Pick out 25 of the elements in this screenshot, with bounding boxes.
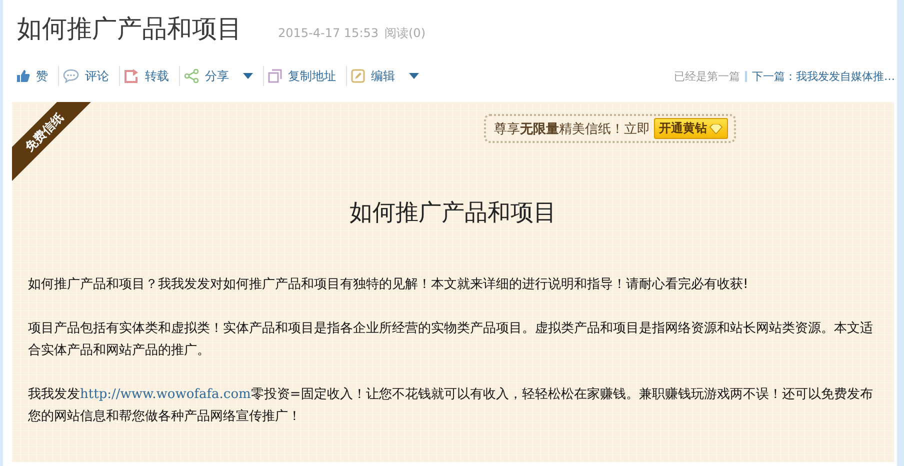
- letter-title: 如何推广产品和项目: [348, 199, 558, 228]
- previous-post-label: 已经是第一篇: [674, 68, 740, 84]
- post-date: 2015-4-17 15:53: [278, 26, 378, 40]
- toolbar-button[interactable]: 编辑: [347, 68, 429, 84]
- upgrade-button[interactable]: 开通黄钻: [654, 118, 728, 139]
- toolbar-button[interactable]: 赞: [12, 68, 58, 84]
- speech-bubble-icon: [63, 69, 79, 83]
- paragraph: 我我发发http://www.wowofafa.com零投资=固定收入！让您不花钱就可以有收入，轻轻松松在家赚钱。兼职赚钱玩游戏两不误！还可以免费发布您的网站信息和帮您做各种产品网络宣传推广！: [28, 386, 874, 426]
- read-count: 阅读(0): [384, 25, 426, 42]
- toolbar-button[interactable]: 评论: [59, 68, 119, 84]
- paragraph: 如何推广产品和项目？我我发发对如何推广产品和项目有独特的见解！本文就来详细的进行说明和指导！请耐心看完必有收获!: [28, 276, 750, 294]
- thumbs-up-icon: [16, 69, 30, 83]
- copy-icon: [268, 69, 282, 83]
- paragraph: 项目产品包括有实体类和虚拟类！实体产品和项目是指各企业所经营的实物类产品项目。虚拟类产品和项目是指网络资源和站长网站类资源。本文适合实体产品和网站产品的推广。: [28, 320, 874, 360]
- edit-icon: [351, 69, 365, 83]
- toolbar-button[interactable]: 复制地址: [264, 68, 346, 84]
- website-link[interactable]: http://www.wowofafa.com: [80, 387, 251, 402]
- share-arrow-icon: [124, 69, 139, 83]
- toolbar-button[interactable]: 分享: [180, 68, 263, 84]
- promo-text: 尊享无限量精美信纸！立即: [494, 120, 650, 138]
- share-nodes-icon: [184, 69, 199, 83]
- diamond-icon: [709, 124, 723, 134]
- next-post-link[interactable]: 下一篇：我我发发自媒体推…: [752, 68, 895, 84]
- article-title: 如何推广产品和项目: [17, 13, 242, 45]
- toolbar-button[interactable]: 转载: [120, 68, 179, 84]
